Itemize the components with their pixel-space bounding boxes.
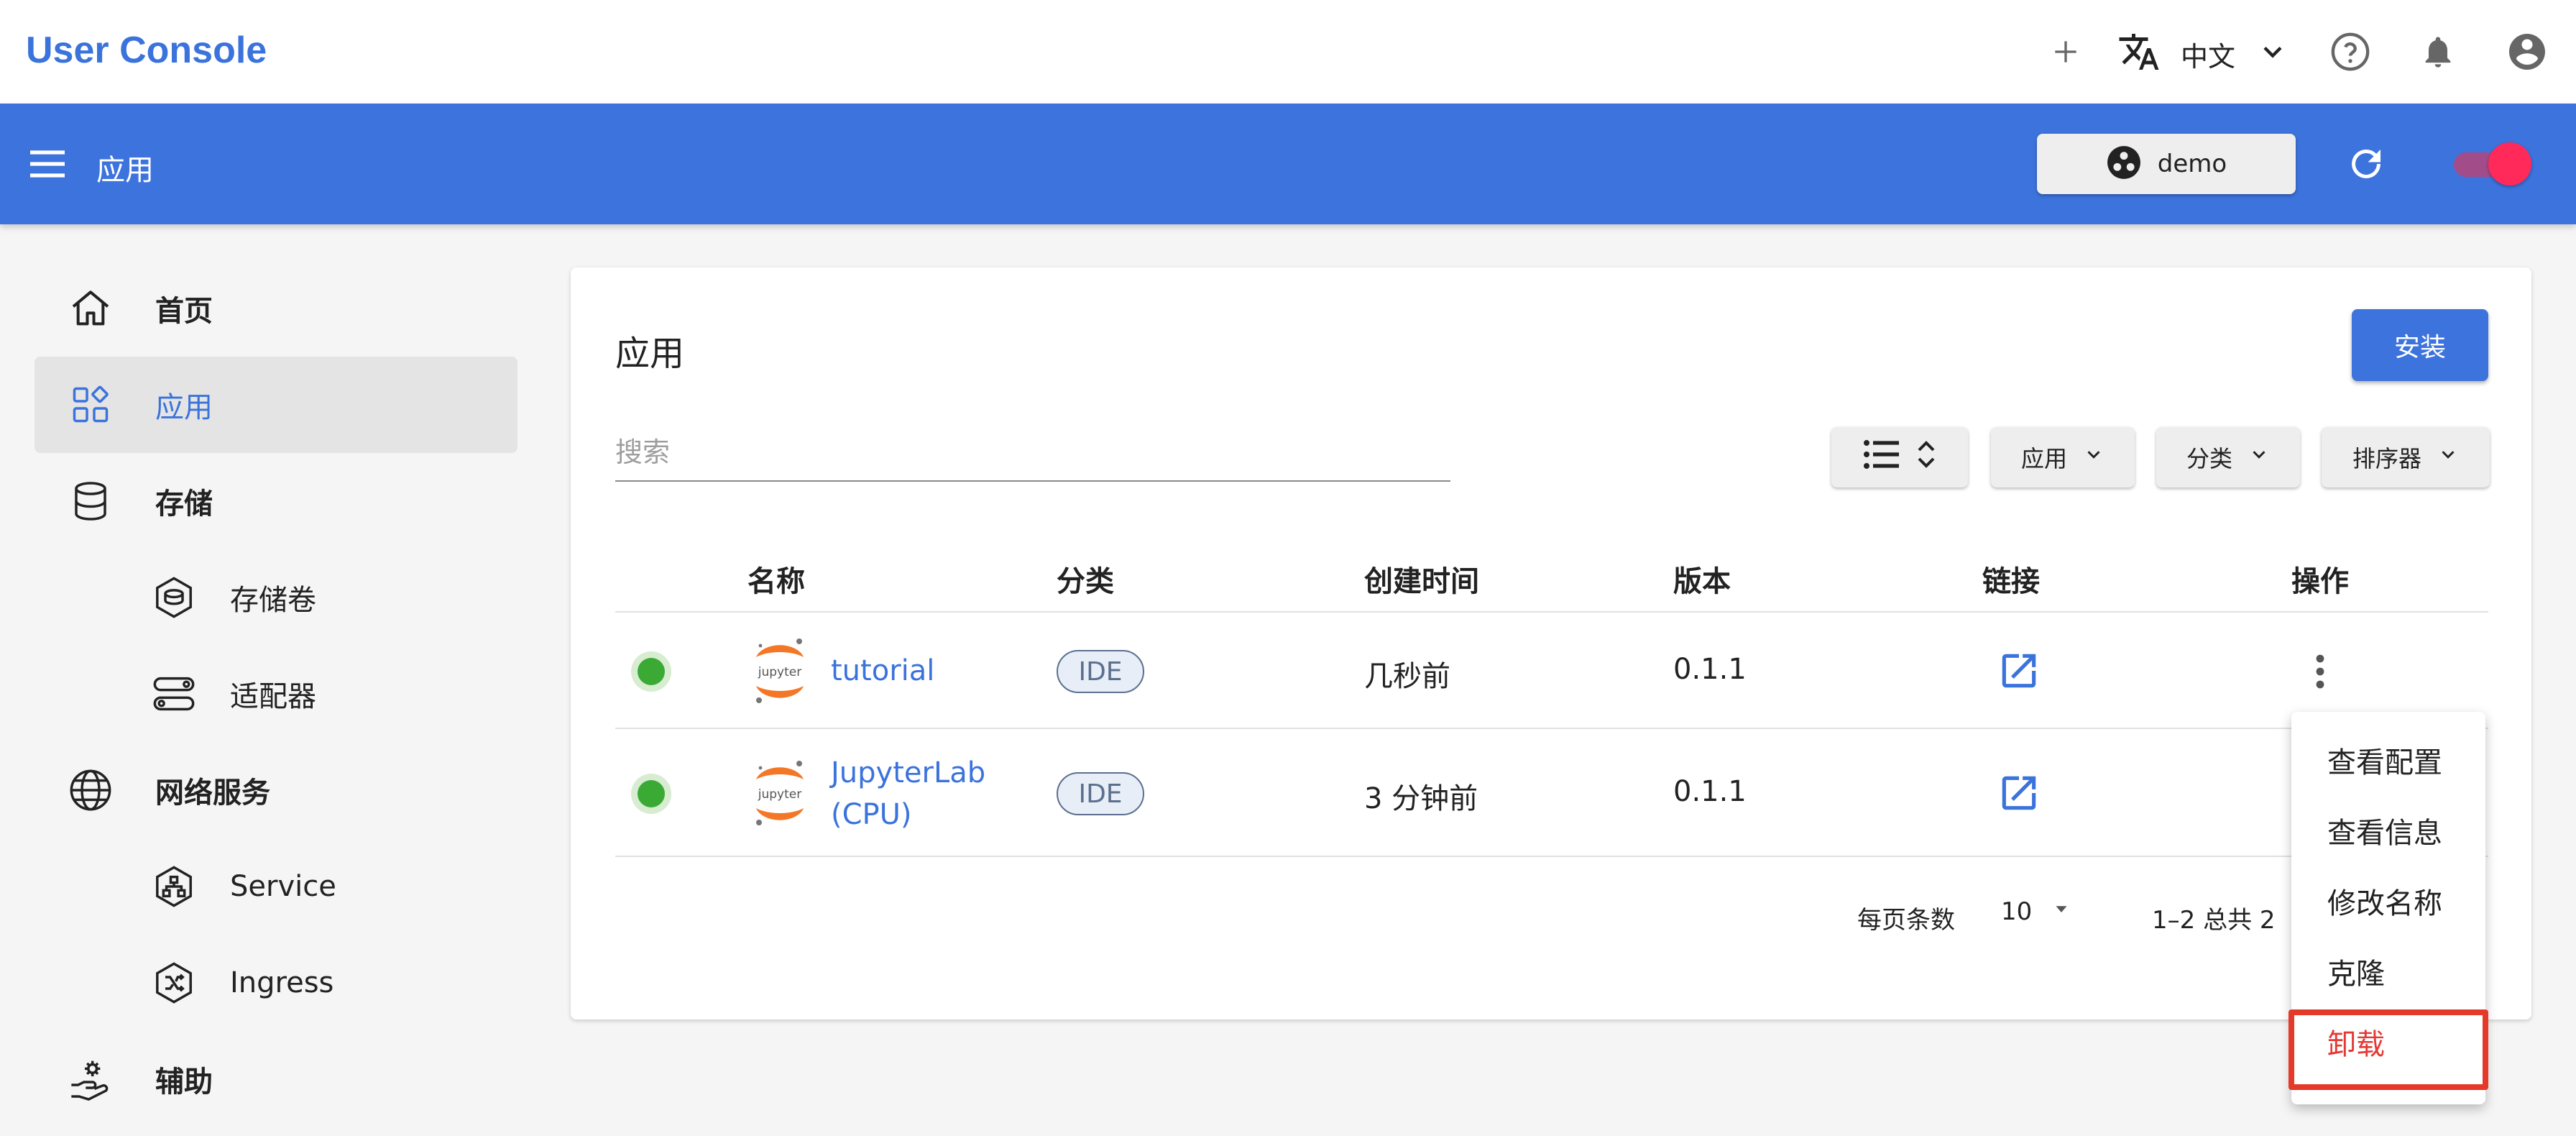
- view-mode-button[interactable]: [1831, 427, 1968, 487]
- sidebar-item-network[interactable]: 网络服务: [0, 742, 546, 838]
- sidebar-item-home[interactable]: 首页: [0, 260, 546, 357]
- sorter-button[interactable]: 排序器: [2322, 427, 2490, 487]
- category-filter-button[interactable]: 分类: [2156, 427, 2300, 487]
- uninstall-highlight: [2288, 1009, 2488, 1090]
- search-input[interactable]: [615, 424, 1450, 480]
- theme-toggle[interactable]: [2444, 142, 2533, 185]
- app-filter-button[interactable]: 应用: [1991, 427, 2135, 487]
- hamburger-menu-icon[interactable]: [27, 145, 68, 183]
- column-header[interactable]: 分类: [1057, 558, 1114, 600]
- rows-per-page-value: 10: [2001, 897, 2033, 926]
- apps-icon: [65, 379, 116, 431]
- app-name-link[interactable]: tutorial: [831, 650, 934, 692]
- app-filter-label: 应用: [2020, 445, 2067, 472]
- sidebar-item-adapters[interactable]: 适配器: [0, 646, 546, 742]
- chevron-down-icon[interactable]: [2251, 30, 2294, 73]
- chevron-down-icon: [2437, 444, 2459, 471]
- svg-text:jupyter: jupyter: [758, 787, 801, 802]
- sidebar: 首页 应用 存储 存储卷 适配器 网络服务 Service Ingress 辅助: [0, 224, 546, 1136]
- sorter-label: 排序器: [2352, 445, 2421, 472]
- chevron-down-icon: [2083, 444, 2104, 471]
- sidebar-item-label: 存储卷: [230, 584, 316, 617]
- rows-per-page-select[interactable]: 10: [2001, 897, 2072, 926]
- sidebar-item-storage[interactable]: 存储: [0, 453, 546, 549]
- column-header: 链接: [1982, 565, 2040, 598]
- translate-icon[interactable]: [2117, 30, 2161, 73]
- version: 0.1.1: [1673, 653, 1747, 686]
- sidebar-item-label: 网络服务: [155, 777, 270, 810]
- globe-icon: [65, 764, 116, 816]
- search-field: [615, 424, 1450, 482]
- language-label[interactable]: 中文: [2181, 35, 2235, 74]
- bell-icon[interactable]: [2416, 30, 2460, 73]
- sidebar-item-label: 首页: [155, 295, 213, 328]
- database-icon: [65, 475, 116, 527]
- add-icon[interactable]: [2044, 30, 2087, 73]
- apps-card: 应用 安装 应用 分类 排序器 名称 分类 创建时间 版本 链接: [571, 267, 2531, 1020]
- sidebar-item-ingress[interactable]: Ingress: [0, 935, 546, 1031]
- table-row: jupyter tutorial IDE 几秒前 0.1.1: [615, 614, 2488, 729]
- status-running-indicator: [631, 774, 671, 814]
- namespace-label: demo: [2157, 150, 2227, 178]
- category-chip: IDE: [1057, 772, 1144, 815]
- page-title: 应用: [615, 334, 685, 374]
- column-header[interactable]: 名称: [748, 558, 805, 600]
- open-in-new-icon[interactable]: [1997, 649, 2041, 693]
- menu-item-clone[interactable]: 克隆: [2291, 936, 2485, 1007]
- menu-item-view-info[interactable]: 查看信息: [2291, 795, 2485, 866]
- arrow-drop-down-icon: [2051, 897, 2072, 926]
- app-bar: 应用 demo: [0, 104, 2576, 224]
- status-running-indicator: [631, 651, 671, 692]
- sidebar-item-service[interactable]: Service: [0, 838, 546, 935]
- service-icon: [148, 861, 200, 912]
- pagination-range: 1–2 总共 2: [2152, 906, 2276, 935]
- column-header[interactable]: 创建时间: [1364, 558, 1479, 600]
- ingress-icon: [148, 957, 200, 1009]
- menu-item-rename[interactable]: 修改名称: [2291, 866, 2485, 936]
- list-icon: [1863, 439, 1900, 476]
- created-time: 3 分钟前: [1364, 782, 1478, 815]
- sidebar-item-label: Service: [230, 870, 336, 903]
- version: 0.1.1: [1673, 775, 1747, 808]
- rows-per-page-label: 每页条数: [1857, 906, 1955, 935]
- sidebar-item-label: 适配器: [230, 680, 316, 713]
- adapter-icon: [148, 668, 200, 720]
- open-in-new-icon[interactable]: [1997, 771, 2041, 815]
- chevron-down-icon: [2248, 444, 2270, 471]
- sidebar-item-volumes[interactable]: 存储卷: [0, 549, 546, 646]
- helper-icon: [65, 1053, 116, 1105]
- install-button[interactable]: 安装: [2352, 309, 2488, 381]
- sidebar-item-label: Ingress: [230, 966, 334, 999]
- sidebar-item-apps[interactable]: 应用: [34, 357, 518, 453]
- menu-item-view-config[interactable]: 查看配置: [2291, 725, 2485, 795]
- account-icon[interactable]: [2506, 30, 2549, 73]
- app-bar-title: 应用: [96, 154, 154, 187]
- brand-title[interactable]: User Console: [26, 29, 267, 72]
- sidebar-item-helper[interactable]: 辅助: [0, 1031, 546, 1127]
- more-vert-icon[interactable]: [2313, 650, 2327, 693]
- app-name-link[interactable]: JupyterLab (CPU): [831, 752, 985, 835]
- created-time: 几秒前: [1364, 660, 1450, 693]
- home-icon: [65, 283, 116, 334]
- toggle-knob: [2488, 142, 2531, 185]
- namespace-icon: [2106, 145, 2142, 183]
- category-chip: IDE: [1057, 650, 1144, 693]
- table-header: 名称 分类 创建时间 版本 链接 操作: [615, 541, 2488, 613]
- help-icon[interactable]: [2329, 30, 2372, 73]
- top-bar: User Console 中文: [0, 0, 2576, 104]
- sidebar-item-label: 存储: [155, 487, 213, 521]
- sidebar-item-label: 辅助: [155, 1066, 213, 1099]
- sidebar-item-label: 应用: [155, 391, 213, 424]
- svg-text:jupyter: jupyter: [758, 665, 801, 679]
- volume-icon: [148, 572, 200, 623]
- unfold-icon: [1916, 439, 1936, 476]
- jupyter-logo-icon: jupyter: [748, 637, 812, 706]
- column-header: 操作: [2291, 565, 2349, 598]
- table-row: jupyter JupyterLab (CPU) IDE 3 分钟前 0.1.1: [615, 730, 2488, 857]
- column-header[interactable]: 版本: [1673, 558, 1731, 600]
- namespace-button[interactable]: demo: [2037, 134, 2296, 194]
- refresh-icon[interactable]: [2345, 142, 2388, 185]
- category-filter-label: 分类: [2186, 445, 2232, 472]
- jupyter-logo-icon: jupyter: [748, 759, 812, 828]
